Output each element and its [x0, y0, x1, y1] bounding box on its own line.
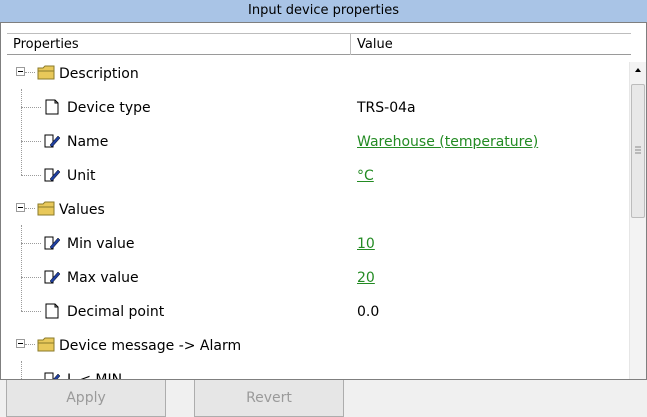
scroll-thumb[interactable] [631, 84, 645, 218]
tree-line [21, 225, 22, 243]
grip-icon [635, 146, 641, 154]
column-header-properties[interactable]: Properties [7, 34, 351, 55]
tree-line [21, 277, 22, 311]
property-row-unit[interactable]: Unit °C [7, 141, 631, 193]
property-value-link[interactable]: °C [357, 159, 374, 193]
property-row-max-value[interactable]: Max value 20 [7, 243, 631, 295]
edit-icon [44, 168, 61, 182]
tree-line [21, 361, 22, 379]
category-row-device-message-alarm: Device message -> Alarm [7, 329, 631, 363]
edit-icon [44, 236, 61, 250]
property-row-decimal-point[interactable]: Decimal point 0.0 [7, 277, 631, 329]
tree-line [21, 107, 22, 141]
column-header-value[interactable]: Value [351, 34, 631, 55]
category-label: Description [59, 66, 139, 82]
property-row-device-type[interactable]: Device type TRS-04a [7, 89, 631, 125]
property-value-link[interactable]: Warehouse (temperature) [357, 125, 538, 159]
folder-icon [37, 201, 55, 216]
property-value: TRS-04a [357, 100, 416, 116]
apply-button[interactable]: Apply [6, 380, 166, 417]
tree-line [21, 175, 41, 176]
tree-line [21, 89, 22, 107]
property-row-l-min[interactable]: L < MIN [7, 361, 631, 380]
collapse-toggle[interactable] [16, 203, 25, 212]
property-label: Unit [67, 168, 96, 184]
tree-line [21, 141, 22, 175]
tree-line [21, 243, 22, 277]
edit-icon [44, 134, 61, 148]
property-row-name[interactable]: Name Warehouse (temperature) [7, 107, 631, 159]
tree-line [25, 344, 35, 345]
tree-line [25, 72, 35, 73]
folder-icon [37, 337, 55, 352]
property-rows: Description Device type TRS-04a Name War… [7, 57, 631, 380]
document-icon [45, 99, 59, 115]
category-row-values: Values [7, 193, 631, 227]
collapse-toggle[interactable] [16, 67, 25, 76]
property-label: Name [67, 134, 109, 150]
property-label: Decimal point [67, 304, 165, 320]
property-row-min-value[interactable]: Min value 10 [7, 225, 631, 261]
property-value-link[interactable]: 20 [357, 261, 375, 295]
tree-line [21, 311, 41, 312]
window-title: Input device properties [248, 3, 399, 18]
edit-icon [44, 270, 61, 284]
folder-icon [37, 65, 55, 80]
tree-line [21, 141, 41, 142]
tree-line [21, 243, 41, 244]
property-value: 0.0 [357, 304, 380, 320]
property-grid: Properties Value Description Device type… [0, 22, 647, 380]
edit-icon [44, 372, 61, 379]
category-label: Device message -> Alarm [59, 338, 242, 354]
category-label: Values [59, 202, 105, 218]
document-icon [45, 303, 59, 319]
scroll-up-icon[interactable] [630, 62, 646, 78]
category-row-description: Description [7, 57, 631, 91]
vertical-scrollbar[interactable] [629, 62, 646, 379]
property-label: Max value [67, 270, 139, 286]
tree-line [21, 107, 41, 108]
window-title-bar: Input device properties [0, 0, 647, 23]
property-label: Min value [67, 236, 135, 252]
property-label: L < MIN [67, 372, 123, 380]
tree-line [21, 277, 41, 278]
revert-button[interactable]: Revert [194, 380, 344, 417]
property-label: Device type [67, 100, 151, 116]
button-bar: Apply Revert [0, 380, 647, 417]
collapse-toggle[interactable] [16, 339, 25, 348]
tree-line [25, 208, 35, 209]
column-header: Properties Value [7, 33, 631, 55]
property-value-link[interactable]: 10 [357, 227, 375, 261]
